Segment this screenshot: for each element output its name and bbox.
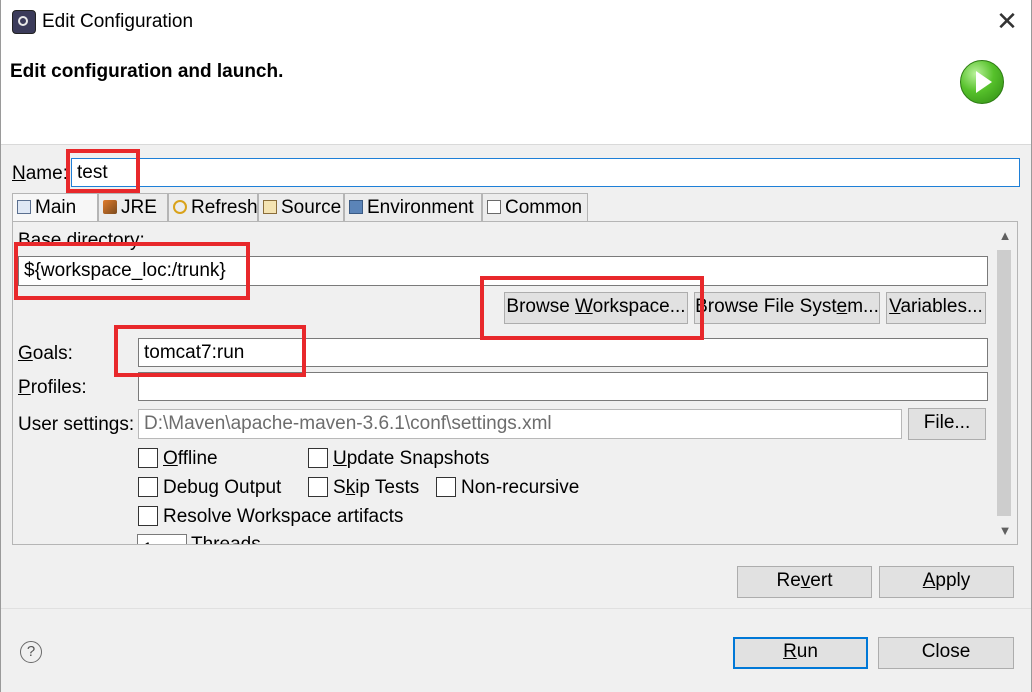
tab-environment-label: Environment <box>367 197 474 218</box>
refresh-tab-icon <box>173 200 187 214</box>
offline-checkbox[interactable] <box>138 448 158 468</box>
dialog-header <box>0 44 1032 145</box>
tab-environment[interactable]: Environment <box>344 193 482 221</box>
skip-tests-checkbox[interactable] <box>308 477 328 497</box>
variables-label: ariables... <box>900 296 983 317</box>
revert-mnemonic: v <box>800 570 811 591</box>
skip-label-a: S <box>333 477 346 498</box>
scroll-down-icon[interactable]: ▼ <box>995 521 1015 541</box>
tab-common-label: Common <box>505 197 583 218</box>
apply-label: pply <box>935 570 971 591</box>
profiles-mnemonic: P <box>18 377 31 398</box>
run-button[interactable]: Run <box>733 637 868 669</box>
tab-main[interactable]: Main <box>12 193 98 222</box>
debug-output-label: Debug Output <box>163 477 282 498</box>
revert-label-b: ert <box>810 570 833 591</box>
variables-mnemonic: V <box>889 296 901 317</box>
eclipse-icon <box>12 10 36 34</box>
base-directory-input[interactable]: ${workspace_loc:/trunk} <box>18 256 988 286</box>
update-mnemonic: U <box>333 448 347 469</box>
update-snapshots-checkbox[interactable] <box>308 448 328 468</box>
source-tab-icon <box>263 200 277 214</box>
revert-button[interactable]: Revert <box>737 566 872 598</box>
threads-spinner[interactable]: 1 <box>137 534 187 544</box>
browse-fs-mnemonic: e <box>836 296 848 317</box>
tab-jre-label: JRE <box>121 197 157 218</box>
tab-jre[interactable]: JRE <box>98 193 168 221</box>
common-tab-icon <box>487 200 501 214</box>
tab-refresh-label: Refresh <box>191 197 258 218</box>
profiles-input[interactable] <box>138 372 988 401</box>
threads-label: Threads <box>191 534 261 544</box>
non-recursive-checkbox[interactable] <box>436 477 456 497</box>
offline-label: Offline <box>163 448 218 470</box>
tab-source-label: Source <box>281 197 342 218</box>
goals-label: Goals: <box>18 343 73 365</box>
skip-mnemonic: k <box>345 477 356 498</box>
close-button[interactable]: Close <box>878 637 1014 669</box>
variables-button[interactable]: Variables... <box>886 292 986 324</box>
scrollbar-thumb[interactable] <box>997 250 1011 516</box>
resolve-workspace-label: Resolve Workspace artifacts <box>163 506 404 527</box>
window-border-left <box>0 0 1 692</box>
help-icon[interactable]: ? <box>20 641 42 663</box>
jre-tab-icon <box>103 200 117 214</box>
dialog-header-text: Edit configuration and launch. <box>10 61 284 82</box>
browse-fs-label-a: Browse File Syst <box>695 296 837 317</box>
base-directory-label: Base directory: <box>18 230 145 251</box>
debug-output-checkbox[interactable] <box>138 477 158 497</box>
offline-label-rest: ffline <box>177 448 218 469</box>
tab-source[interactable]: Source <box>258 193 344 221</box>
offline-mnemonic: O <box>163 448 178 469</box>
browse-workspace-button[interactable]: Browse Workspace... <box>504 292 688 324</box>
close-icon[interactable]: ✕ <box>994 8 1020 34</box>
skip-label-b: ip Tests <box>355 477 420 498</box>
apply-mnemonic: A <box>922 570 936 591</box>
user-settings-input[interactable]: D:\Maven\apache-maven-3.6.1\conf\setting… <box>138 409 902 439</box>
apply-button[interactable]: Apply <box>879 566 1014 598</box>
name-label-rest: ame: <box>25 163 68 184</box>
profiles-label-rest: rofiles: <box>30 377 87 398</box>
browse-file-system-button[interactable]: Browse File System... <box>694 292 880 324</box>
non-recursive-label: Non-recursive <box>461 477 580 498</box>
name-input[interactable]: test <box>71 158 1020 187</box>
browse-workspace-label-a: Browse <box>506 296 576 317</box>
tab-refresh[interactable]: Refresh <box>168 193 258 221</box>
name-label-mnemonic: N <box>12 163 26 184</box>
profiles-label: Profiles: <box>18 377 87 399</box>
threads-row-clip: 1 Threads <box>13 532 993 544</box>
goals-input[interactable]: tomcat7:run <box>138 338 988 367</box>
name-label: Name: <box>12 163 68 185</box>
browse-workspace-mnemonic: W <box>575 296 593 317</box>
tab-common[interactable]: Common <box>482 193 588 221</box>
run-label: un <box>796 641 818 662</box>
bottom-separator <box>0 608 1032 609</box>
update-label-rest: pdate Snapshots <box>346 448 490 469</box>
resolve-workspace-checkbox[interactable] <box>138 506 158 526</box>
file-button[interactable]: File... <box>908 408 986 440</box>
browse-fs-label-b: m... <box>847 296 879 317</box>
run-mnemonic: R <box>783 641 797 662</box>
goals-mnemonic: G <box>18 343 33 364</box>
scroll-up-icon[interactable]: ▲ <box>995 226 1015 246</box>
revert-label-a: Re <box>776 570 801 591</box>
tab-main-label: Main <box>35 197 77 218</box>
update-snapshots-label: Update Snapshots <box>333 448 489 470</box>
browse-workspace-label-b: orkspace... <box>592 296 686 317</box>
run-icon <box>960 60 1004 104</box>
environment-tab-icon <box>349 200 363 214</box>
user-settings-label: User settings: <box>18 414 135 435</box>
skip-tests-label: Skip Tests <box>333 477 419 499</box>
window-title: Edit Configuration <box>42 11 194 32</box>
main-tab-icon <box>17 200 31 214</box>
goals-label-rest: oals: <box>32 343 73 364</box>
